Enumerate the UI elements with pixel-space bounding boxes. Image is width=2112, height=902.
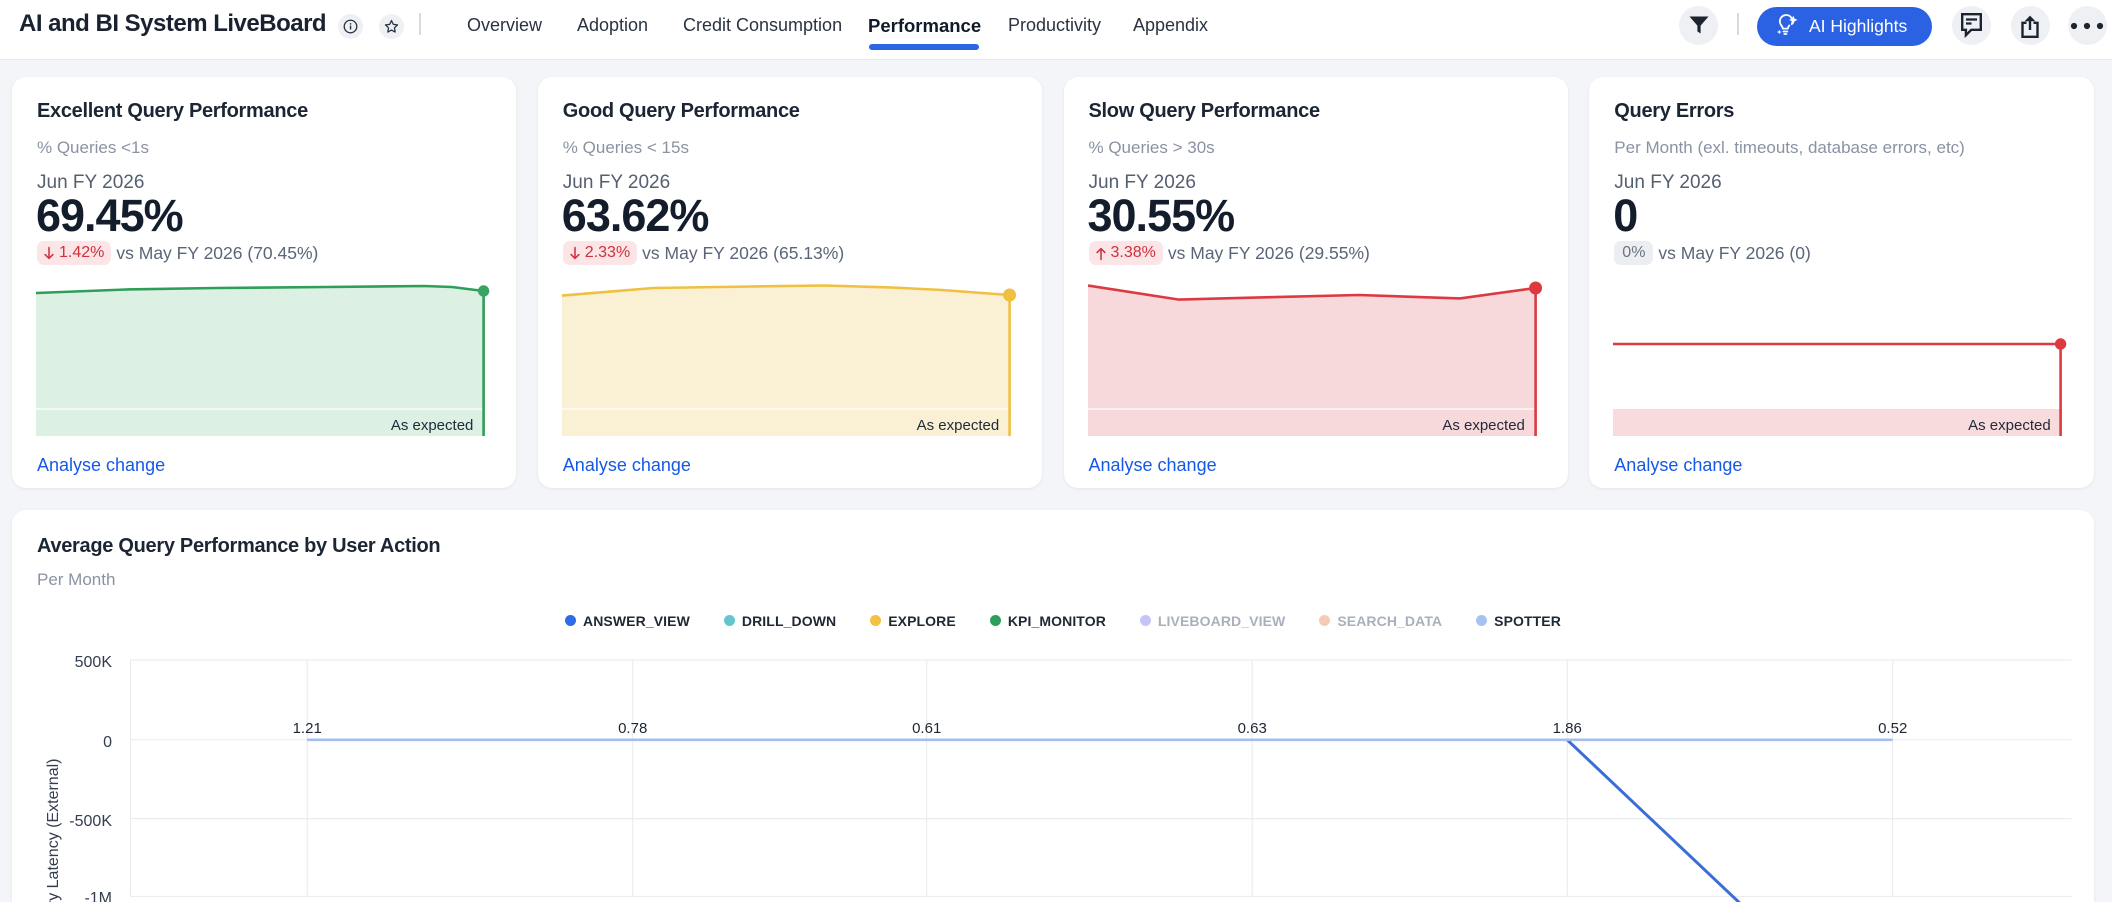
svg-text:0.78: 0.78 xyxy=(618,720,647,737)
svg-text:0.52: 0.52 xyxy=(1878,720,1907,737)
svg-text:1.86: 1.86 xyxy=(1552,720,1581,737)
svg-text:Average Query Latency (Externa: Average Query Latency (External) xyxy=(45,758,62,902)
svg-text:1.21: 1.21 xyxy=(292,720,321,737)
svg-text:0.61: 0.61 xyxy=(912,720,941,737)
svg-text:0.63: 0.63 xyxy=(1237,720,1266,737)
